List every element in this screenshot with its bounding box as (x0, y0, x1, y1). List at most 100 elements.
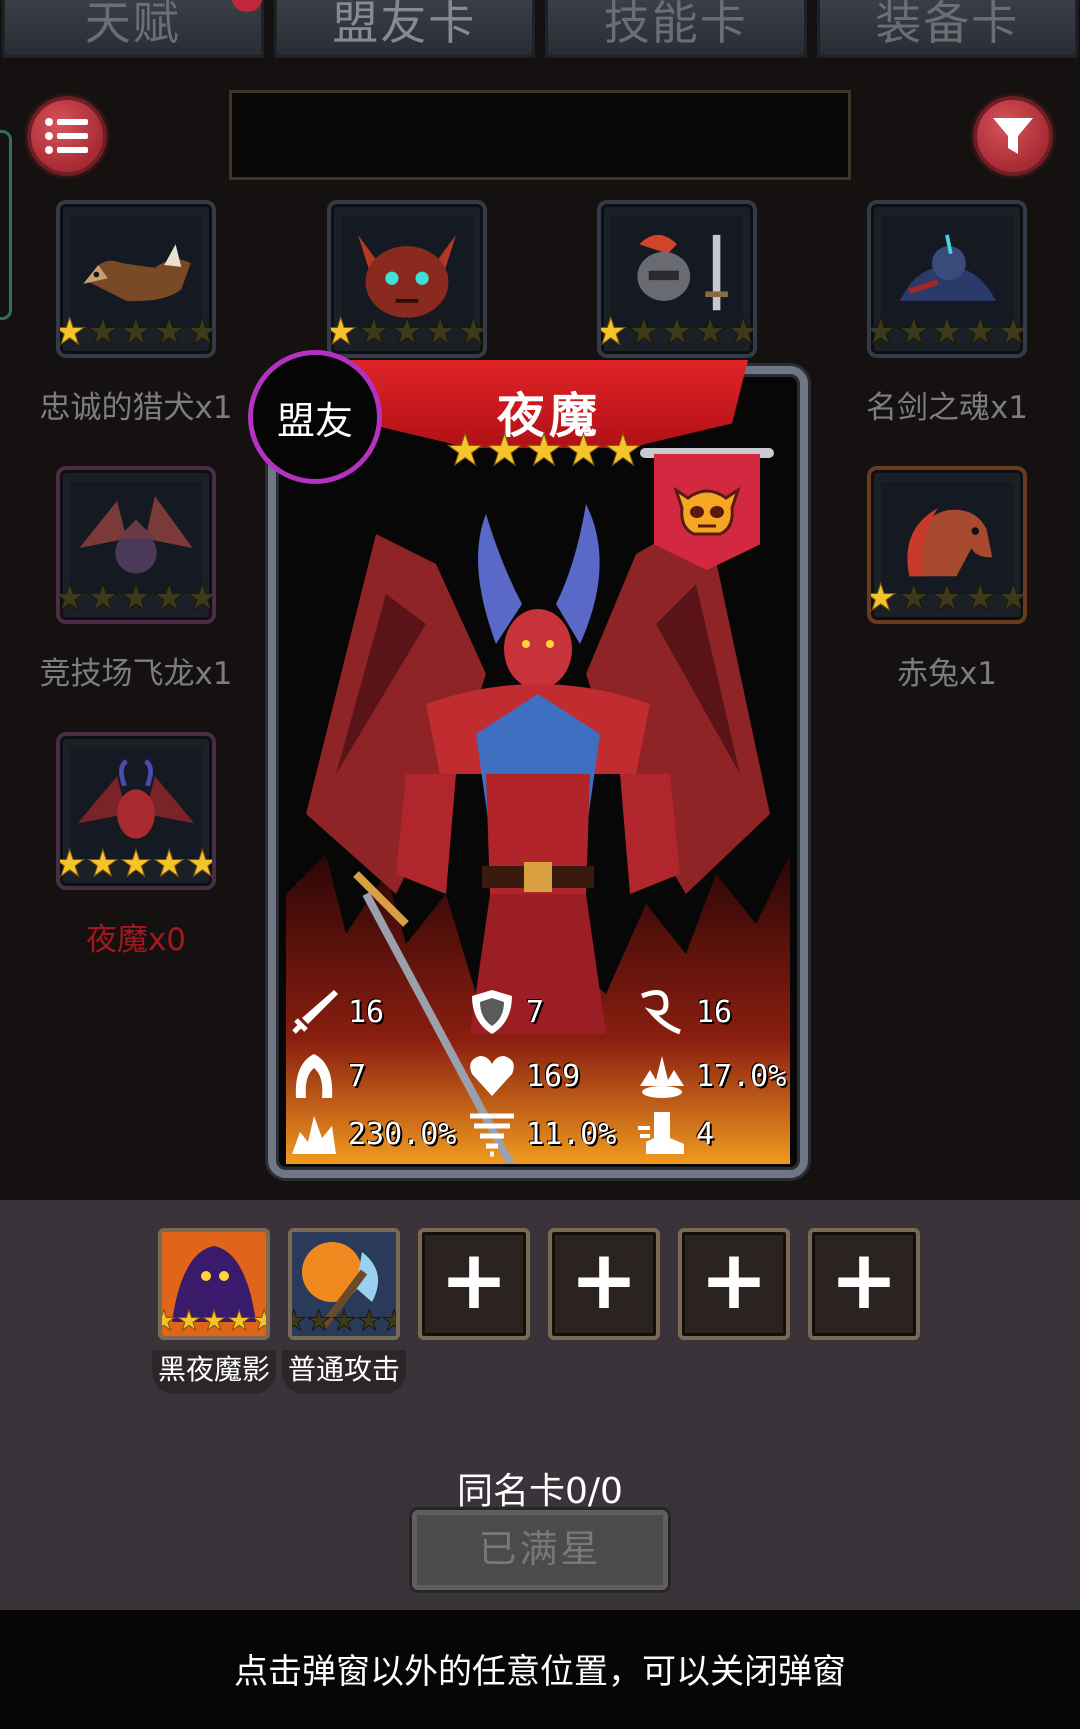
star-icon: ★ (56, 576, 87, 619)
badge-label: 盟友 (276, 398, 353, 443)
stat-value: 7 (348, 1058, 367, 1094)
card-frame: ★ ★ ★ ★ ★ (597, 200, 757, 358)
star-rating: ★★★★★ (445, 425, 643, 476)
star-icon: ★ (185, 842, 216, 885)
health-stat: 169 (466, 1050, 580, 1102)
star-icon: ★ (660, 310, 694, 353)
card-name: 名剑之魂x1 (865, 390, 1029, 426)
card-frame: ★ ★ ★ ★ ★ (56, 466, 216, 624)
star-icon: ★ (201, 1304, 227, 1337)
star-icon: ★ (867, 310, 898, 353)
burst-stat: 17.0% (636, 1050, 786, 1102)
attack-stat: 16 (288, 986, 384, 1038)
empty-skill-slot[interactable]: + (548, 1228, 660, 1340)
burst-icon (640, 1056, 684, 1098)
ally-detail-popup[interactable]: 夜魔 ★ ★ ★ ★ ★ 盟友 16 7 16 7 169 17.0% 230.… (248, 350, 808, 1178)
max-star-button[interactable]: 已满星 (412, 1510, 668, 1590)
plus-icon: + (569, 1233, 639, 1328)
card-name: 夜魔x0 (85, 922, 187, 958)
skill-name: 黑夜魔影 (152, 1350, 276, 1394)
card-warrior[interactable]: ★ ★ ★ ★ ★ (597, 200, 757, 358)
tab-label: 盟友卡 (332, 0, 477, 50)
star-icon: ★ (597, 310, 628, 353)
star-icon: ★ (357, 310, 391, 353)
tab-equipment-cards[interactable]: 装备卡 (816, 0, 1078, 58)
shield-icon (472, 990, 512, 1034)
star-icon: ★ (726, 310, 757, 353)
skill-slot-shadow[interactable]: ★★★★★ (158, 1228, 270, 1340)
star-icon: ★ (445, 425, 485, 476)
heart-icon (470, 1056, 514, 1096)
star-icon: ★ (996, 576, 1027, 619)
stat-value: 16 (696, 994, 733, 1030)
crit-icon (292, 1116, 336, 1154)
empty-skill-slot[interactable]: + (808, 1228, 920, 1340)
skull-icon (674, 486, 740, 536)
star-icon: ★ (152, 842, 186, 885)
star-icon: ★ (176, 1304, 202, 1337)
skill-name: 普通攻击 (282, 1350, 406, 1394)
card-frame: ★ ★ ★ ★ ★ (56, 200, 216, 358)
card-loyal-hound[interactable]: ★ ★ ★ ★ ★ 忠诚的猎犬x1 (39, 200, 233, 426)
star-icon: ★ (963, 310, 997, 353)
card-tabs: 天赋 盟友卡 技能卡 装备卡 (0, 0, 1080, 62)
tab-talent[interactable]: 天赋 (2, 0, 264, 58)
empty-skill-slot[interactable]: + (418, 1228, 530, 1340)
card-red-hare[interactable]: ★ ★ ★ ★ ★ 赤兔x1 (867, 466, 1027, 692)
filter-button[interactable] (973, 96, 1053, 176)
card-arena-dragon[interactable]: ★ ★ ★ ★ ★ 竞技场飞龙x1 (39, 466, 233, 692)
star-icon: ★ (331, 1304, 357, 1337)
close-hint[interactable]: 点击弹窗以外的任意位置，可以关闭弹窗 (0, 1610, 1080, 1729)
search-input[interactable] (229, 90, 851, 180)
star-icon: ★ (423, 310, 457, 353)
star-icon: ★ (327, 310, 358, 353)
star-icon: ★ (119, 576, 153, 619)
star-icon: ★ (456, 310, 487, 353)
card-sword-soul[interactable]: ★ ★ ★ ★ ★ 名剑之魂x1 (866, 200, 1028, 426)
ally-type-badge: 盟友 (248, 350, 382, 484)
star-icon: ★ (56, 310, 87, 353)
star-icon: ★ (897, 576, 931, 619)
star-rating: ★★★★★ (60, 576, 212, 619)
star-icon: ★ (86, 310, 120, 353)
defense-stat: 7 (466, 986, 544, 1038)
star-icon: ★ (867, 576, 898, 619)
star-icon: ★ (162, 1304, 177, 1337)
tab-skill-cards[interactable]: 技能卡 (545, 0, 807, 58)
tornado-icon (470, 1113, 514, 1157)
empty-skill-slot[interactable]: + (678, 1228, 790, 1340)
skill-slot-basic-attack[interactable]: ★★★★★ (288, 1228, 400, 1340)
star-icon: ★ (603, 425, 643, 476)
star-icon: ★ (484, 425, 525, 476)
hood-icon (295, 1054, 333, 1098)
star-icon: ★ (152, 576, 186, 619)
card-frame: ★ ★ ★ ★ ★ (56, 732, 216, 890)
star-rating: ★★★★★ (871, 310, 1023, 353)
card-night-demon[interactable]: ★ ★ ★ ★ ★ 夜魔x0 (56, 732, 216, 958)
star-icon: ★ (226, 1304, 252, 1337)
star-icon: ★ (390, 310, 424, 353)
sword-icon (292, 990, 338, 1034)
star-rating: ★★★★★ (601, 310, 753, 353)
menu-button[interactable] (27, 96, 107, 176)
whip-icon (641, 989, 681, 1035)
stat-value: 230.0% (348, 1116, 457, 1152)
star-icon: ★ (119, 842, 153, 885)
skill-panel: ★★★★★ 黑夜魔影 ★★★★★ 普通攻击 + + + + 同名卡0/0 已满星 (0, 1200, 1080, 1610)
tab-ally-cards[interactable]: 盟友卡 (273, 0, 535, 58)
tab-label: 装备卡 (875, 0, 1020, 50)
card-name: 赤兔x1 (896, 656, 998, 692)
whip-stat: 16 (636, 986, 732, 1038)
stat-value: 7 (526, 994, 545, 1030)
plus-icon: + (829, 1233, 899, 1328)
side-drawer-handle[interactable] (0, 130, 12, 320)
card-horned-beast[interactable]: ★ ★ ★ ★ ★ (327, 200, 487, 358)
star-icon: ★ (524, 425, 564, 476)
star-icon: ★ (306, 1304, 332, 1337)
star-icon: ★ (86, 576, 120, 619)
star-icon: ★ (996, 310, 1027, 353)
tab-label: 天赋 (84, 0, 181, 50)
card-frame: ★ ★ ★ ★ ★ (327, 200, 487, 358)
star-icon: ★ (693, 310, 727, 353)
star-icon: ★ (963, 576, 997, 619)
